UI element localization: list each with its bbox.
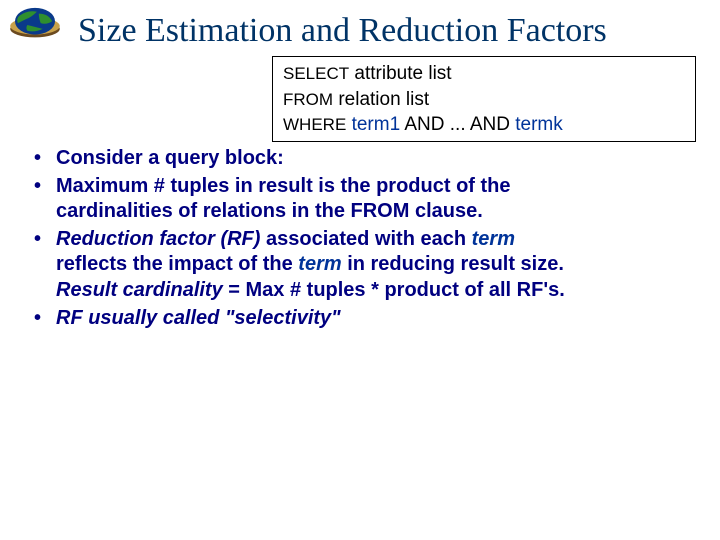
earth-logo-icon <box>6 6 64 46</box>
bullet-3-line2: reflects the impact of the term in reduc… <box>56 252 696 278</box>
bullet-4-text: RF usually called "selectivity" <box>56 307 341 329</box>
bullet-3-line2-term: term <box>298 253 341 275</box>
val-select: attribute list <box>354 63 451 84</box>
bullet-3-term: term <box>472 228 515 250</box>
bullet-list: Consider a query block: Maximum # tuples… <box>32 146 696 331</box>
bullet-4: RF usually called "selectivity" <box>32 306 696 332</box>
bullet-3: Reduction factor (RF) associated with ea… <box>32 227 696 304</box>
query-where-line: WHERE term1 AND ... AND termk <box>283 112 687 138</box>
kw-select: SELECT <box>283 64 349 83</box>
bullet-3-line3: Result cardinality = Max # tuples * prod… <box>56 278 696 304</box>
bullet-3-line2a: reflects the impact of the <box>56 253 298 275</box>
bullet-1: Consider a query block: <box>32 146 696 172</box>
bullet-3-mid: associated with each <box>260 228 471 250</box>
term1: term1 <box>352 114 401 135</box>
query-select-line: SELECT attribute list <box>283 61 687 87</box>
slide: Size Estimation and Reduction Factors SE… <box>0 0 720 540</box>
bullet-1-text: Consider a query block: <box>56 147 284 169</box>
query-block-box: SELECT attribute list FROM relation list… <box>272 56 696 142</box>
where-mid: AND ... AND <box>400 114 515 135</box>
bullet-2-line2: cardinalities of relations in the FROM c… <box>56 199 696 225</box>
val-from: relation list <box>338 89 429 110</box>
bullet-2-line1: Maximum # tuples in result is the produc… <box>56 175 511 197</box>
bullet-3-lead: Reduction factor (RF) <box>56 228 260 250</box>
bullet-2: Maximum # tuples in result is the produc… <box>32 174 696 225</box>
bullet-3-line2b: in reducing result size. <box>342 253 564 275</box>
kw-from: FROM <box>283 90 333 109</box>
kw-where: WHERE <box>283 115 346 134</box>
bullet-3-line3a: Result cardinality <box>56 279 223 301</box>
query-from-line: FROM relation list <box>283 87 687 113</box>
termk: termk <box>515 114 563 135</box>
slide-title: Size Estimation and Reduction Factors <box>78 12 696 50</box>
bullet-3-line3b: = Max # tuples * product of all RF's. <box>223 279 565 301</box>
